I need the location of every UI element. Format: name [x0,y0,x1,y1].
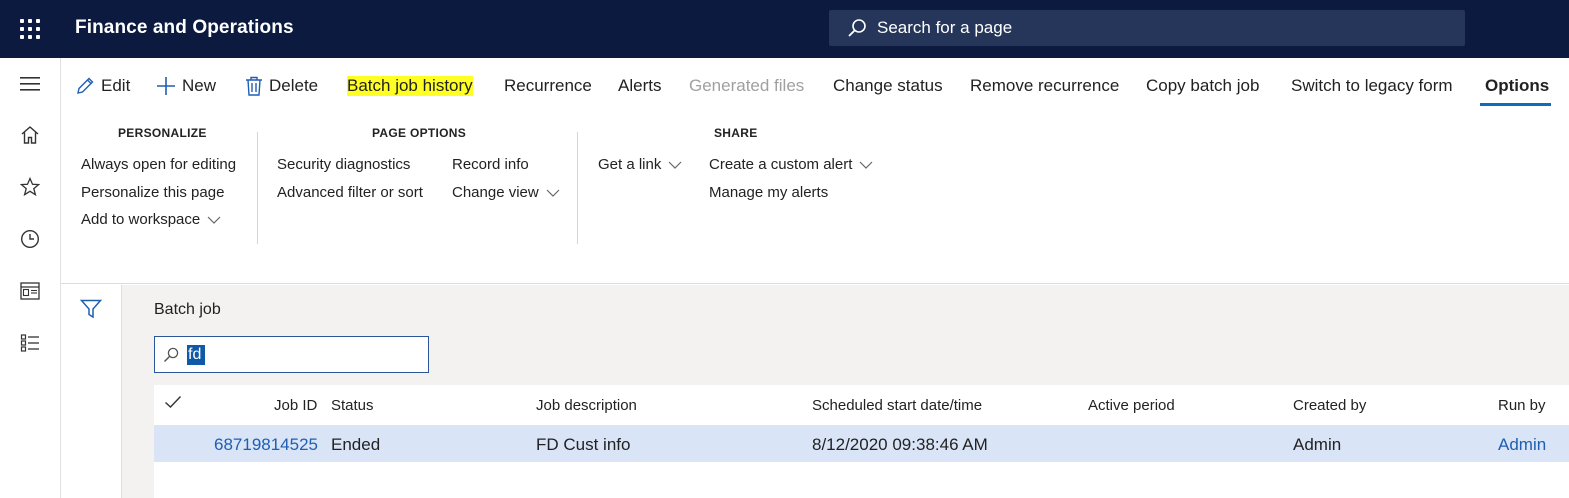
change-status-label: Change status [833,76,943,95]
manage-my-alerts-label: Manage my alerts [709,184,829,201]
modules-icon[interactable] [18,331,42,355]
change-status-button[interactable]: Change status [833,75,943,97]
options-label: Options [1485,76,1550,95]
change-view-label: Change view [452,184,539,201]
manage-my-alerts-option[interactable]: Manage my alerts [709,184,828,201]
table-row[interactable]: 68719814525 Ended FD Cust info 8/12/2020… [154,425,1569,462]
favorites-icon[interactable] [18,175,42,199]
edit-label: Edit [101,76,131,95]
add-to-workspace-option[interactable]: Add to workspace [81,211,221,228]
personalize-group-title: PERSONALIZE [118,126,207,140]
grid-header: Job ID Status Job description Scheduled … [154,385,1569,425]
new-label: New [182,76,217,95]
status-cell: Ended [331,435,381,454]
group-divider [257,132,258,244]
job-description-cell: FD Cust info [536,435,631,454]
remove-recurrence-label: Remove recurrence [970,76,1120,95]
delete-button[interactable]: Delete [245,75,318,97]
new-button[interactable]: New [156,75,216,97]
batch-job-history-label: Batch job history [347,76,473,96]
always-open-for-editing-label: Always open for editing [81,156,237,173]
record-info-option[interactable]: Record info [452,156,529,173]
selected-tab-indicator [1480,103,1551,106]
switch-legacy-form-label: Switch to legacy form [1291,76,1453,95]
personalize-this-page-option[interactable]: Personalize this page [81,184,224,201]
change-view-option[interactable]: Change view [452,184,560,201]
plus-icon [156,76,176,96]
advanced-filter-option[interactable]: Advanced filter or sort [277,184,423,201]
batch-job-grid: Job ID Status Job description Scheduled … [154,385,1569,498]
search-placeholder: Search for a page [877,18,1013,37]
chevron-down-icon [859,161,873,169]
alerts-button[interactable]: Alerts [618,75,661,97]
column-header-job-description[interactable]: Job description [536,397,637,414]
batch-job-history-button[interactable]: Batch job history [347,75,473,97]
run-by-link[interactable]: Admin [1498,435,1546,455]
copy-batch-job-label: Copy batch job [1146,76,1260,95]
page-options-group-title: PAGE OPTIONS [372,126,467,140]
tab-options[interactable]: Options [1485,75,1549,97]
chevron-down-icon [668,161,682,169]
pencil-icon [75,76,95,96]
copy-batch-job-button[interactable]: Copy batch job [1146,75,1259,97]
column-header-job-id[interactable]: Job ID [274,397,317,414]
search-box[interactable]: Search for a page [829,10,1465,46]
column-header-created-by[interactable]: Created by [1293,397,1366,414]
left-navigation-rail [0,58,61,498]
chevron-down-icon [546,189,560,197]
share-group-title: SHARE [714,126,758,140]
advanced-filter-label: Advanced filter or sort [277,184,423,201]
security-diagnostics-label: Security diagnostics [277,156,411,173]
top-navigation-bar: Finance and Operations Search for a page [0,0,1569,58]
personalize-this-page-label: Personalize this page [81,184,225,201]
filter-icon[interactable] [79,299,103,324]
quick-filter-input[interactable]: fd [154,336,429,373]
column-header-active-period[interactable]: Active period [1088,397,1175,414]
menu-icon[interactable] [18,72,42,96]
app-title[interactable]: Finance and Operations [75,17,294,39]
filter-pane-column [61,285,122,498]
create-custom-alert-label: Create a custom alert [709,156,853,173]
security-diagnostics-option[interactable]: Security diagnostics [277,156,410,173]
home-icon[interactable] [18,123,42,147]
created-by-cell: Admin [1293,435,1342,454]
add-to-workspace-label: Add to workspace [81,211,201,228]
always-open-for-editing-option[interactable]: Always open for editing [81,156,236,173]
delete-label: Delete [269,76,319,95]
edit-button[interactable]: Edit [75,75,130,97]
get-a-link-label: Get a link [598,156,662,173]
section-label: Batch job [154,301,221,318]
column-header-scheduled-start[interactable]: Scheduled start date/time [812,397,982,414]
recent-icon[interactable] [18,227,42,251]
record-info-label: Record info [452,156,529,173]
action-pane: Edit New Delete Batch job history Recurr… [61,58,1569,284]
get-a-link-option[interactable]: Get a link [598,156,682,173]
search-icon [163,347,179,362]
content-area: Batch job fd Job ID Status Job descripti… [122,285,1569,498]
alerts-label: Alerts [618,76,662,95]
remove-recurrence-button[interactable]: Remove recurrence [970,75,1119,97]
trash-icon [245,76,263,96]
app-launcher-icon[interactable] [18,17,42,41]
recurrence-label: Recurrence [504,76,592,95]
recurrence-button[interactable]: Recurrence [504,75,592,97]
column-header-run-by[interactable]: Run by [1498,397,1546,414]
create-custom-alert-option[interactable]: Create a custom alert [709,156,873,173]
generated-files-button[interactable]: Generated files [689,75,804,97]
quick-filter-value: fd [188,346,202,363]
chevron-down-icon [207,216,221,224]
group-divider [577,132,578,244]
workspaces-icon[interactable] [18,279,42,303]
generated-files-label: Generated files [689,76,805,95]
job-id-link[interactable]: 68719814525 [214,435,318,455]
select-all-checkmark-icon[interactable] [164,395,182,413]
column-header-status[interactable]: Status [331,397,374,414]
scheduled-start-cell: 8/12/2020 09:38:46 AM [812,435,988,454]
switch-legacy-form-button[interactable]: Switch to legacy form [1291,75,1453,97]
search-icon [848,19,866,37]
